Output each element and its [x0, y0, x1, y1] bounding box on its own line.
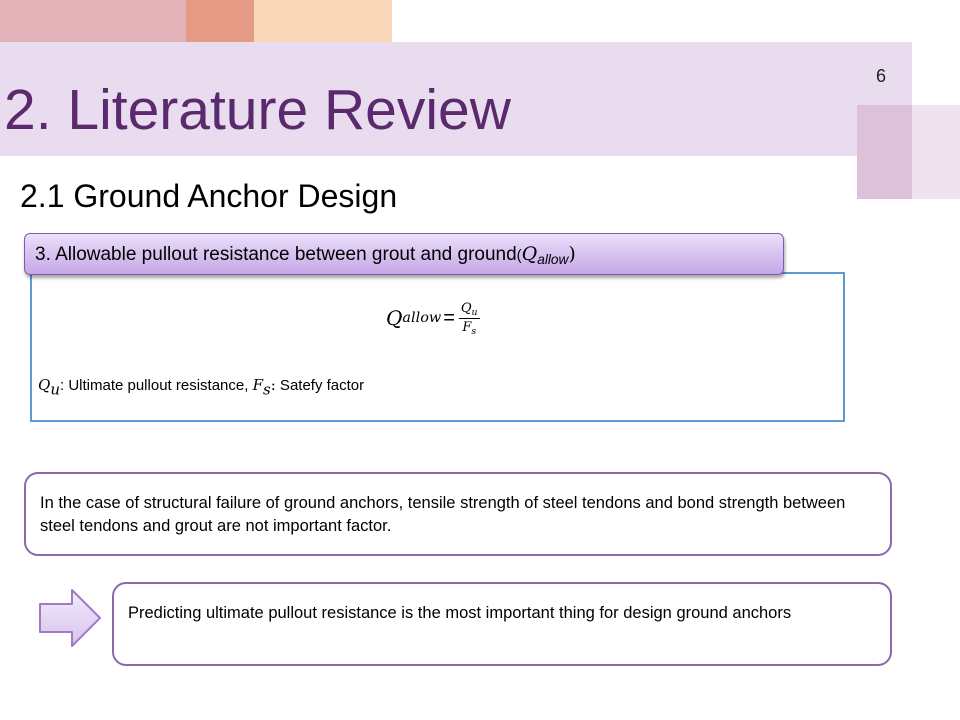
variable-definitions: Qu: Ultimate pullout resistance, Fs: Sat… — [38, 376, 364, 399]
numerator-symbol: Q — [460, 301, 472, 316]
allowable-resistance-formula: Qallow = Qu Fs — [386, 300, 480, 337]
def-qu-sub: u — [50, 380, 60, 399]
decor-block-right-light — [912, 105, 960, 199]
banner-symbol-q: Q — [521, 243, 538, 265]
conclusion-box: Predicting ultimate pullout resistance i… — [112, 582, 892, 666]
slide-number: 6 — [876, 66, 887, 86]
formula-box — [30, 272, 845, 422]
formula-fraction: Qu Fs — [458, 300, 480, 337]
def-qu-symbol: Q — [38, 376, 51, 394]
def-fs-text: Satefy factor — [275, 377, 365, 394]
def-fs-sub: s — [263, 380, 271, 399]
banner-symbol-sub: allow — [537, 252, 569, 268]
numerator-sub: u — [471, 306, 478, 318]
def-qu-text: : Ultimate pullout resistance, — [59, 377, 249, 394]
banner-paren-close: ) — [568, 243, 576, 265]
def-fs-symbol: F — [252, 376, 263, 394]
item-banner: 3. Allowable pullout resistance between … — [24, 233, 784, 275]
denominator-symbol: F — [462, 319, 472, 335]
failure-note-box: In the case of structural failure of gro… — [24, 472, 892, 556]
formula-denominator: Fs — [462, 319, 476, 337]
item-banner-text: 3. Allowable pullout resistance between … — [35, 244, 517, 265]
denominator-sub: s — [471, 325, 477, 337]
page-title: 2. Literature Review — [4, 78, 511, 142]
section-heading: 2.1 Ground Anchor Design — [20, 178, 398, 214]
formula-lhs-sub: allow — [402, 310, 442, 327]
formula-lhs: Q — [386, 306, 403, 331]
conclusion-text: Predicting ultimate pullout resistance i… — [128, 604, 792, 622]
formula-numerator: Qu — [458, 300, 480, 319]
decor-block-right-dark — [857, 105, 913, 199]
right-arrow-icon — [39, 589, 101, 647]
formula-equals: = — [443, 306, 455, 329]
failure-note-text: In the case of structural failure of gro… — [40, 494, 846, 535]
